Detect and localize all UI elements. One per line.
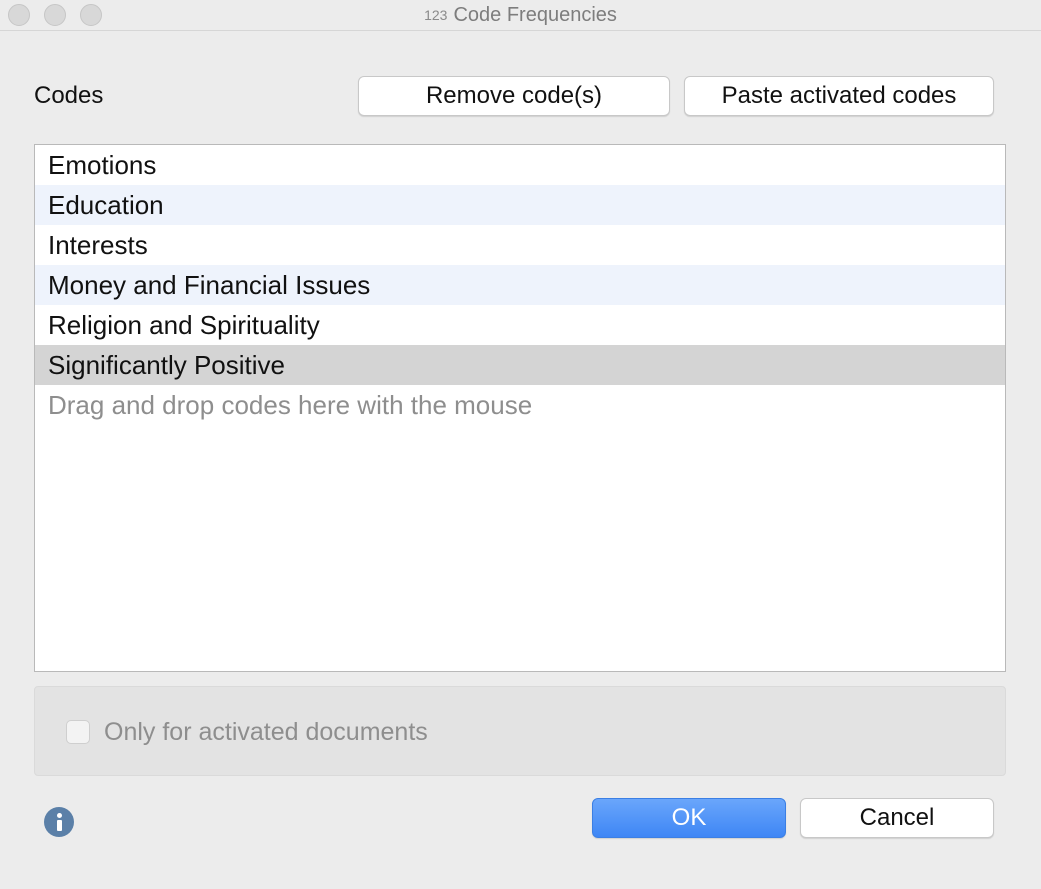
drop-hint: Drag and drop codes here with the mouse [48, 390, 533, 420]
paste-activated-codes-button[interactable]: Paste activated codes [684, 76, 994, 116]
ok-button[interactable]: OK [592, 798, 786, 838]
info-icon-dot [57, 813, 62, 818]
list-item[interactable]: Education [35, 185, 1005, 225]
list-item[interactable]: Emotions [35, 145, 1005, 185]
activated-documents-label[interactable]: Only for activated documents [104, 716, 428, 748]
info-icon[interactable] [44, 807, 74, 837]
options-panel: Only for activated documents [34, 686, 1006, 776]
frequency-icon: 123 [424, 7, 448, 23]
window-title-text: Code Frequencies [453, 4, 617, 26]
list-item-selected[interactable]: Significantly Positive [35, 345, 1005, 385]
cancel-button[interactable]: Cancel [800, 798, 994, 838]
list-item[interactable]: Interests [35, 225, 1005, 265]
activated-documents-checkbox[interactable] [66, 720, 90, 744]
info-icon-stem [57, 820, 62, 831]
codes-list[interactable]: Emotions Education Interests Money and F… [34, 144, 1006, 672]
window-title: 123 Code Frequencies [0, 0, 1041, 30]
title-bar: 123 Code Frequencies [0, 0, 1041, 31]
codes-label: Codes [34, 82, 104, 109]
remove-codes-button[interactable]: Remove code(s) [358, 76, 670, 116]
list-item[interactable]: Religion and Spirituality [35, 305, 1005, 345]
list-item[interactable]: Money and Financial Issues [35, 265, 1005, 305]
